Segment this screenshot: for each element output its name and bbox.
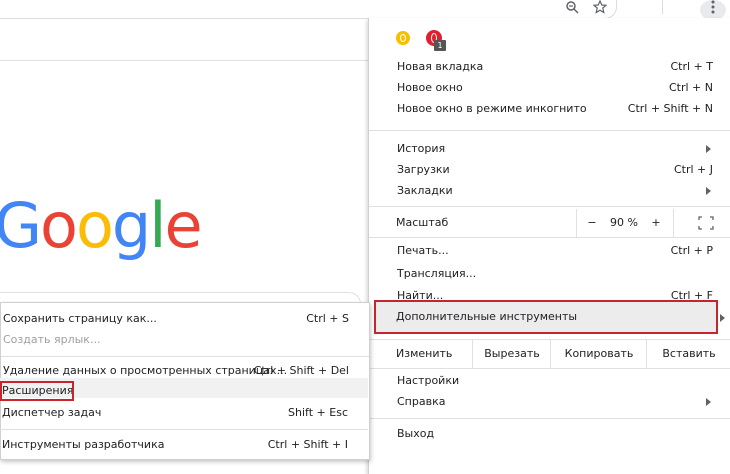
menu-divider xyxy=(1,356,369,357)
address-bar[interactable] xyxy=(0,0,617,19)
submenu-item-dev-tools[interactable]: Инструменты разработчика Ctrl + Shift + … xyxy=(2,435,348,455)
logo-letter: G xyxy=(0,189,42,262)
chrome-main-menu: Новая вкладка Ctrl + T Новое окно Ctrl +… xyxy=(368,18,730,474)
menu-item-more-tools[interactable]: Дополнительные инструменты xyxy=(374,300,718,334)
menu-item-history[interactable]: История xyxy=(397,139,715,159)
norton-extension-icon[interactable] xyxy=(396,31,410,45)
google-logo: Google xyxy=(0,186,203,266)
menu-item-cast[interactable]: Трансляция... xyxy=(397,264,715,284)
cut-button[interactable]: Вырезать xyxy=(472,340,551,368)
menu-item-settings[interactable]: Настройки xyxy=(397,371,715,391)
menu-divider xyxy=(369,237,730,238)
edit-label: Изменить xyxy=(396,347,453,360)
logo-letter: l xyxy=(149,189,166,262)
menu-item-bookmarks[interactable]: Закладки xyxy=(397,181,715,201)
logo-letter: o xyxy=(40,189,78,262)
zoom-level: 90 % xyxy=(610,216,638,229)
fullscreen-icon[interactable] xyxy=(686,209,726,237)
menu-item-incognito[interactable]: Новое окно в режиме инкогнито Ctrl + Shi… xyxy=(397,99,715,119)
more-tools-label: Дополнительные инструменты xyxy=(396,310,578,323)
logo-letter: g xyxy=(111,189,151,262)
submenu-arrow-icon xyxy=(706,187,711,195)
menu-item-new-window[interactable]: Новое окно Ctrl + N xyxy=(397,78,715,98)
toolbar-divider xyxy=(662,0,663,14)
submenu-item-task-manager[interactable]: Диспетчер задач Shift + Esc xyxy=(2,403,348,423)
menu-divider xyxy=(369,130,730,131)
menu-item-new-tab[interactable]: Новая вкладка Ctrl + T xyxy=(397,57,715,77)
submenu-arrow-icon xyxy=(706,145,711,153)
logo-letter: e xyxy=(164,189,203,262)
submenu-arrow-icon xyxy=(720,314,725,322)
zoom-label: Масштаб xyxy=(396,216,449,229)
browser-toolbar xyxy=(0,0,730,20)
kebab-icon[interactable] xyxy=(700,0,726,20)
zoom-in-button[interactable]: + xyxy=(640,209,672,237)
menu-divider xyxy=(369,206,730,207)
zoom-row: Масштаб − 90 % + xyxy=(368,209,730,237)
submenu-item-create-shortcut: Создать ярлык... xyxy=(3,333,101,346)
menu-divider xyxy=(0,429,368,430)
zoom-out-button[interactable]: − xyxy=(576,209,608,237)
copy-button[interactable]: Копировать xyxy=(550,340,647,368)
menu-item-help[interactable]: Справка xyxy=(397,392,715,412)
edit-row: Изменить Вырезать Копировать Вставить xyxy=(368,339,730,369)
submenu-arrow-icon xyxy=(706,398,711,406)
page-header-divider xyxy=(0,60,370,61)
extension-badge: 1 xyxy=(434,40,446,51)
extensions-highlight-box xyxy=(0,381,74,401)
paste-button[interactable]: Вставить xyxy=(646,340,730,368)
logo-letter: o xyxy=(75,189,114,262)
menu-item-downloads[interactable]: Загрузки Ctrl + J xyxy=(397,160,715,180)
menu-item-print[interactable]: Печать... Ctrl + P xyxy=(397,241,715,261)
toolbar-bottom-border xyxy=(0,18,370,19)
zoom-magnifier-icon[interactable] xyxy=(562,0,582,18)
menu-item-exit[interactable]: Выход xyxy=(397,424,715,444)
submenu-item-save-page[interactable]: Сохранить страницу как... Ctrl + S xyxy=(3,309,349,329)
star-icon[interactable] xyxy=(590,0,610,18)
menu-divider xyxy=(369,418,730,419)
